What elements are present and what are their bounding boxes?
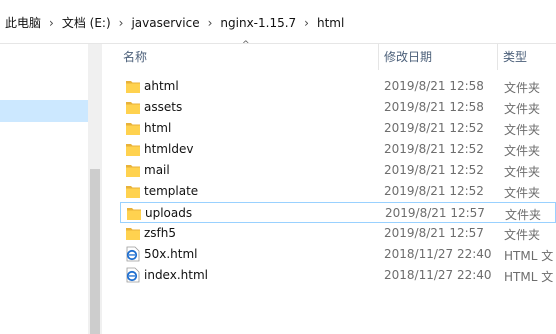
file-modified-date: 2019/8/21 12:57: [385, 206, 485, 220]
file-row[interactable]: uploads 2019/8/21 12:57 文件夹: [120, 202, 556, 223]
breadcrumb-separator-icon[interactable]: ›: [43, 16, 60, 30]
file-type: HTML 文: [504, 270, 554, 284]
column-header-name[interactable]: 名称: [123, 44, 147, 70]
folder-icon: [126, 225, 140, 241]
file-type: 文件夹: [504, 186, 541, 200]
file-row[interactable]: html 2019/8/21 12:52 文件夹: [120, 118, 556, 139]
address-bar[interactable]: 此电脑 › 文档 (E:) › javaservice › nginx-1.15…: [0, 0, 556, 44]
file-name: html: [144, 121, 172, 135]
file-name: htmldev: [144, 142, 194, 156]
file-name: assets: [144, 100, 183, 114]
breadcrumb-html[interactable]: html: [315, 16, 346, 30]
edge-html-icon: [126, 267, 140, 283]
folder-icon: [126, 99, 140, 115]
navigation-scrollbar-thumb[interactable]: [90, 169, 100, 334]
breadcrumb-separator-icon[interactable]: ›: [298, 16, 315, 30]
file-modified-date: 2018/11/27 22:40: [384, 268, 492, 282]
folder-icon: [126, 162, 140, 178]
file-type: 文件夹: [504, 123, 541, 137]
breadcrumb-javaservice[interactable]: javaservice: [129, 16, 201, 30]
file-modified-date: 2018/11/27 22:40: [384, 247, 492, 261]
folder-icon: [127, 205, 141, 221]
breadcrumb: 此电脑 › 文档 (E:) › javaservice › nginx-1.15…: [3, 14, 346, 31]
file-name: index.html: [144, 268, 208, 282]
file-name: 50x.html: [144, 247, 198, 261]
file-modified-date: 2019/8/21 12:52: [384, 184, 484, 198]
sort-ascending-icon: ^: [242, 40, 250, 50]
file-name: template: [144, 184, 199, 198]
file-type: HTML 文: [504, 249, 554, 263]
folder-icon: [126, 141, 140, 157]
column-header-date[interactable]: 修改日期: [384, 44, 432, 70]
file-row[interactable]: template 2019/8/21 12:52 文件夹: [120, 181, 556, 202]
column-divider[interactable]: [497, 44, 498, 70]
nav-selected-item[interactable]: [0, 100, 88, 122]
file-type: 文件夹: [504, 81, 541, 95]
file-name: mail: [144, 163, 170, 177]
file-type: 文件夹: [504, 144, 541, 158]
file-modified-date: 2019/8/21 12:57: [384, 226, 484, 240]
file-row[interactable]: 50x.html 2018/11/27 22:40 HTML 文: [120, 244, 556, 265]
file-list[interactable]: ^ 名称 修改日期 类型 ahtml 2019/8/21 12:58 文件夹 asse…: [102, 40, 556, 334]
folder-icon: [126, 120, 140, 136]
navigation-pane[interactable]: [0, 44, 88, 334]
file-type: 文件夹: [504, 165, 541, 179]
folder-icon: [126, 78, 140, 94]
file-modified-date: 2019/8/21 12:52: [384, 163, 484, 177]
column-divider[interactable]: [378, 44, 379, 70]
file-modified-date: 2019/8/21 12:52: [384, 142, 484, 156]
file-row[interactable]: zsfh5 2019/8/21 12:57 文件夹: [120, 223, 556, 244]
breadcrumb-separator-icon[interactable]: ›: [202, 16, 219, 30]
file-row[interactable]: mail 2019/8/21 12:52 文件夹: [120, 160, 556, 181]
file-type: 文件夹: [505, 208, 542, 222]
file-type: 文件夹: [504, 102, 541, 116]
file-row[interactable]: htmldev 2019/8/21 12:52 文件夹: [120, 139, 556, 160]
file-row[interactable]: ahtml 2019/8/21 12:58 文件夹: [120, 76, 556, 97]
file-modified-date: 2019/8/21 12:58: [384, 79, 484, 93]
file-row[interactable]: assets 2019/8/21 12:58 文件夹: [120, 97, 556, 118]
file-type: 文件夹: [504, 228, 541, 242]
breadcrumb-nginx[interactable]: nginx-1.15.7: [218, 16, 298, 30]
file-modified-date: 2019/8/21 12:52: [384, 121, 484, 135]
file-name: ahtml: [144, 79, 179, 93]
breadcrumb-separator-icon[interactable]: ›: [113, 16, 130, 30]
column-header-row: ^ 名称 修改日期 类型: [102, 40, 556, 70]
file-name: zsfh5: [144, 226, 177, 240]
file-name: uploads: [145, 206, 193, 220]
edge-html-icon: [126, 246, 140, 262]
file-row[interactable]: index.html 2018/11/27 22:40 HTML 文: [120, 265, 556, 286]
folder-icon: [126, 183, 140, 199]
breadcrumb-this-pc[interactable]: 此电脑: [3, 14, 43, 31]
breadcrumb-drive[interactable]: 文档 (E:): [60, 14, 113, 31]
file-modified-date: 2019/8/21 12:58: [384, 100, 484, 114]
column-header-type[interactable]: 类型: [503, 44, 527, 70]
navigation-scrollbar[interactable]: [88, 44, 102, 334]
